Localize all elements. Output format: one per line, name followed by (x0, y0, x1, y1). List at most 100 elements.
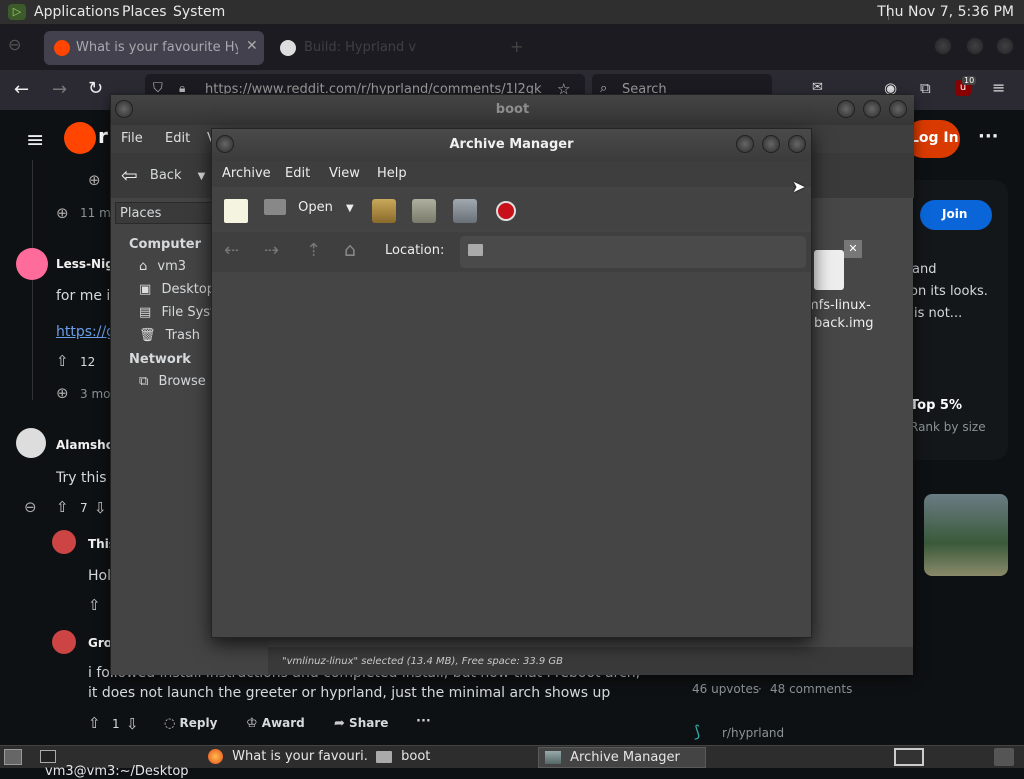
menu-icon[interactable]: ≡ (26, 128, 44, 153)
stop-icon[interactable] (496, 201, 516, 221)
join-button[interactable]: Join (920, 200, 992, 230)
open-button[interactable]: Open (264, 199, 333, 215)
distro-logo-icon[interactable]: ▷ (8, 4, 26, 20)
maximize-icon[interactable] (863, 100, 881, 118)
archive-file-list[interactable] (212, 272, 811, 637)
file-icon[interactable] (814, 250, 844, 290)
upvote-icon[interactable]: ⇧ (88, 596, 101, 614)
collapse-icon[interactable]: ⊖ (24, 498, 37, 516)
close-window-icon[interactable] (788, 135, 806, 153)
close-tab-icon[interactable]: ✕ (246, 38, 258, 54)
sidebar-toggle-icon[interactable]: ⊖ (8, 35, 30, 57)
login-label: Log In (910, 130, 959, 146)
upvote-icon[interactable]: ⇧ (56, 352, 69, 370)
minimize-icon[interactable] (837, 100, 855, 118)
menu-file[interactable]: File (121, 131, 143, 146)
window-titlebar[interactable]: boot (111, 95, 914, 125)
sidebar-item-filesystem[interactable]: ▤ File Syst (139, 305, 215, 320)
sidebar-item-desktop[interactable]: ▣ Desktop (139, 282, 215, 297)
terminal-icon (40, 750, 56, 763)
reddit-logo-icon[interactable] (64, 122, 96, 154)
maximize-icon[interactable] (762, 135, 780, 153)
add-folder-icon[interactable] (453, 199, 477, 223)
sidebar-item-vm3[interactable]: ⌂ vm3 (139, 259, 186, 274)
rank-subtitle[interactable]: Rank by size (910, 420, 986, 434)
award-label: Award (261, 716, 305, 730)
sidebar-item-network[interactable]: ⧉ Browse N (139, 374, 220, 389)
show-desktop-icon[interactable] (4, 749, 22, 765)
pocket-icon[interactable]: ✉ (812, 80, 823, 95)
task-boot[interactable]: boot (370, 747, 536, 768)
menu-edit[interactable]: Edit (165, 131, 190, 146)
dropdown-arrow-icon[interactable]: ▼ (198, 171, 206, 182)
expand-icon[interactable]: ⊕ (56, 204, 69, 222)
close-pane-icon[interactable]: ✕ (844, 240, 862, 258)
up-arrow-icon[interactable]: ⇡ (306, 240, 321, 261)
system-menu[interactable]: System (173, 4, 225, 20)
open-dropdown-icon[interactable]: ▼ (346, 203, 354, 214)
subreddit-name[interactable]: r/hyprland (722, 726, 784, 740)
window-menu-icon[interactable] (115, 100, 133, 118)
back-arrow-icon[interactable]: ← (14, 79, 29, 100)
extensions-icon[interactable]: ⧉ (920, 79, 931, 97)
award-button[interactable]: ♔ Award (246, 716, 305, 731)
add-files-icon[interactable] (412, 199, 436, 223)
close-window-icon[interactable] (996, 37, 1014, 55)
new-archive-icon[interactable] (224, 199, 248, 223)
upvote-icon[interactable]: ⇧ (56, 498, 69, 516)
sidebar-item-trash[interactable]: 🗑︎ Trash (139, 328, 200, 343)
file-name[interactable]: back.img (814, 316, 874, 331)
avatar[interactable] (16, 248, 48, 280)
extract-icon[interactable] (372, 199, 396, 223)
minimize-icon[interactable] (934, 37, 952, 55)
reply-button[interactable]: ◌ Reply (164, 716, 217, 731)
forward-arrow-icon[interactable]: → (52, 79, 67, 100)
hamburger-menu-icon[interactable]: ≡ (992, 78, 1005, 97)
downvote-icon[interactable]: ⇩ (94, 499, 107, 517)
menu-help[interactable]: Help (377, 166, 407, 181)
upvote-icon[interactable]: ⇧ (88, 714, 101, 732)
back-arrow-icon[interactable]: ⇠ (224, 240, 239, 261)
about-snippet: is not... (914, 306, 963, 321)
avatar[interactable] (52, 630, 76, 654)
clock[interactable]: Thu Nov 7, 5:36 PM (877, 4, 1014, 20)
menu-edit[interactable]: Edit (285, 166, 310, 181)
workspace-switcher[interactable] (894, 748, 924, 766)
share-icon: ➦ (334, 716, 345, 731)
menu-view[interactable]: View (329, 166, 360, 181)
share-button[interactable]: ➦ Share (334, 716, 388, 731)
expand-icon[interactable]: ⊕ (56, 384, 69, 402)
downvote-icon[interactable]: ⇩ (126, 715, 139, 733)
home-icon[interactable]: ⌂ (344, 239, 356, 261)
places-menu[interactable]: Places (122, 4, 167, 20)
task-terminal[interactable]: vm3@vm3:~/Desktop (34, 747, 200, 779)
task-archive-manager[interactable]: Archive Manager (538, 747, 706, 768)
forward-arrow-icon[interactable]: ⇢ (264, 240, 279, 261)
menu-archive[interactable]: Archive (222, 166, 271, 181)
close-window-icon[interactable] (889, 100, 907, 118)
minimize-icon[interactable] (736, 135, 754, 153)
trash-applet-icon[interactable] (994, 748, 1014, 766)
location-field[interactable] (460, 236, 806, 268)
post-thumbnail[interactable] (924, 494, 1008, 576)
back-button[interactable]: ⇦ Back ▼ (121, 163, 205, 187)
tab-github[interactable]: Build: Hyprland v (272, 31, 492, 65)
reload-icon[interactable]: ↻ (88, 78, 103, 99)
window-titlebar[interactable]: Archive Manager (212, 129, 811, 161)
tab-reddit[interactable]: What is your favourite Hypr ✕ (44, 31, 264, 65)
new-tab-icon[interactable]: + (510, 37, 523, 56)
avatar[interactable] (16, 428, 46, 458)
expand-icon[interactable]: ⊕ (88, 171, 101, 189)
more-options-icon[interactable]: ··· (978, 126, 999, 147)
avatar[interactable] (52, 530, 76, 554)
file-name[interactable]: mfs-linux- (806, 298, 871, 313)
desktop-folder-icon: ▣ (139, 282, 152, 297)
maximize-icon[interactable] (966, 37, 984, 55)
reply-label: Reply (179, 716, 218, 730)
applications-menu[interactable]: Applications (34, 4, 120, 20)
subreddit-icon[interactable]: ⟆ (694, 722, 700, 741)
task-firefox[interactable]: What is your favouri... (202, 747, 368, 768)
extension-badge: 10 (962, 76, 977, 85)
window-menu-icon[interactable] (216, 135, 234, 153)
more-options-icon[interactable]: ··· (416, 714, 431, 729)
